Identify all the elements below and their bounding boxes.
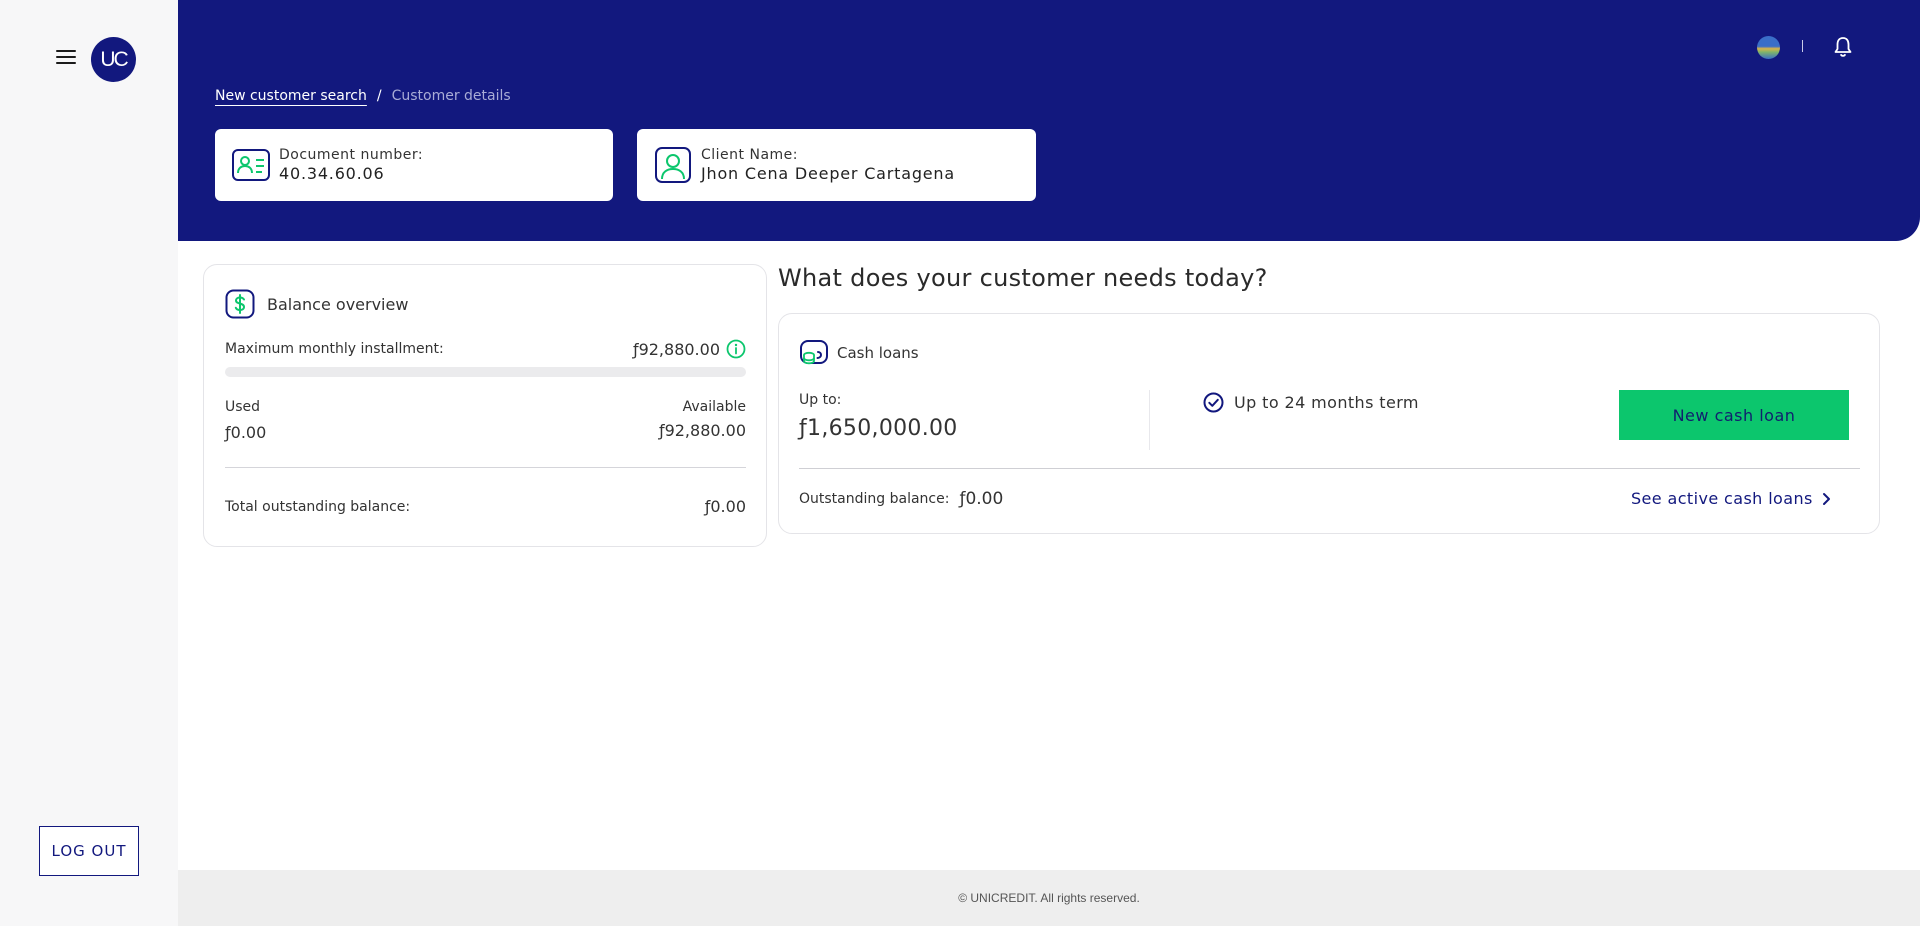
info-icon[interactable] xyxy=(726,339,746,359)
used-value: ƒ0.00 xyxy=(225,423,267,442)
breadcrumb-current: Customer details xyxy=(391,88,511,104)
outstanding-balance-value: ƒ0.00 xyxy=(959,489,1004,509)
customer-needs-heading: What does your customer needs today? xyxy=(778,264,1268,292)
id-card-icon xyxy=(232,149,270,181)
sidebar: UC LOG OUT xyxy=(0,0,178,926)
available-label: Available xyxy=(682,399,746,415)
client-name-text: Client Name: Jhon Cena Deeper Cartagena xyxy=(701,147,955,183)
divider xyxy=(799,468,1860,469)
copyright-text: © UNICREDIT. All rights reserved. xyxy=(958,891,1140,905)
footer: © UNICREDIT. All rights reserved. xyxy=(178,870,1920,926)
total-outstanding-label: Total outstanding balance: xyxy=(225,498,411,515)
vertical-divider xyxy=(1149,390,1150,450)
check-circle-icon xyxy=(1203,392,1224,413)
max-installment-row: Maximum monthly installment: ƒ92,880.00 xyxy=(225,339,746,359)
loan-limit-value: ƒ1,650,000.00 xyxy=(799,416,958,441)
loan-term-text: Up to 24 months term xyxy=(1234,393,1419,412)
bell-icon[interactable] xyxy=(1833,36,1853,58)
outstanding-balance: Outstanding balance: ƒ0.00 xyxy=(799,489,1003,509)
see-active-cash-loans-label: See active cash loans xyxy=(1631,489,1813,508)
used-label: Used xyxy=(225,399,261,415)
available-column: Available ƒ92,880.00 xyxy=(659,399,746,442)
max-installment-value: ƒ92,880.00 xyxy=(632,339,720,359)
client-name-value: Jhon Cena Deeper Cartagena xyxy=(701,164,955,183)
header xyxy=(178,0,1920,241)
max-installment-amount: ƒ92,880.00 xyxy=(633,339,746,359)
breadcrumb-link-new-search[interactable]: New customer search xyxy=(215,88,367,104)
chevron-right-icon xyxy=(1822,492,1830,505)
installment-usage-bar xyxy=(225,367,746,377)
balance-overview-title: Balance overview xyxy=(267,294,409,314)
balance-overview-card: Balance overview Maximum monthly install… xyxy=(203,264,767,547)
outstanding-balance-label: Outstanding balance: xyxy=(799,491,950,507)
cash-loans-card: Cash loans Up to: ƒ1,650,000.00 Up to 24… xyxy=(778,313,1880,534)
logout-button[interactable]: LOG OUT xyxy=(39,826,139,876)
menu-icon[interactable] xyxy=(56,50,76,66)
globe-icon[interactable] xyxy=(1757,36,1780,59)
document-number-label: Document number: xyxy=(279,147,424,163)
breadcrumb: New customer search / Customer details xyxy=(215,88,511,104)
total-outstanding-value: ƒ0.00 xyxy=(704,497,746,516)
breadcrumb-separator: / xyxy=(376,88,382,104)
loan-limit-label: Up to: xyxy=(799,392,842,408)
total-outstanding-row: Total outstanding balance: ƒ0.00 xyxy=(225,497,746,516)
document-number-card: Document number: 40.34.60.06 xyxy=(215,129,613,201)
document-number-value: 40.34.60.06 xyxy=(279,164,385,183)
client-name-label: Client Name: xyxy=(701,147,798,163)
document-number-text: Document number: 40.34.60.06 xyxy=(279,147,423,183)
max-installment-label: Maximum monthly installment: xyxy=(225,341,444,357)
dollar-icon xyxy=(225,289,255,319)
see-active-cash-loans-link[interactable]: See active cash loans xyxy=(1631,489,1831,508)
available-value: ƒ92,880.00 xyxy=(658,421,746,440)
cash-loans-title: Cash loans xyxy=(837,344,919,362)
loan-term: Up to 24 months term xyxy=(1203,392,1419,413)
divider xyxy=(225,467,746,468)
loan-limit: Up to: ƒ1,650,000.00 xyxy=(799,392,958,441)
client-name-card: Client Name: Jhon Cena Deeper Cartagena xyxy=(637,129,1036,201)
balance-overview-header: Balance overview xyxy=(225,289,408,319)
used-available-row: Used ƒ0.00 Available ƒ92,880.00 xyxy=(225,399,746,442)
logo: UC xyxy=(91,37,136,82)
used-column: Used ƒ0.00 xyxy=(225,399,266,442)
cash-loans-header: Cash loans xyxy=(799,338,919,368)
new-cash-loan-button[interactable]: New cash loan xyxy=(1619,390,1849,440)
user-icon xyxy=(655,147,691,183)
cash-icon xyxy=(800,340,828,365)
header-divider xyxy=(1802,40,1803,52)
